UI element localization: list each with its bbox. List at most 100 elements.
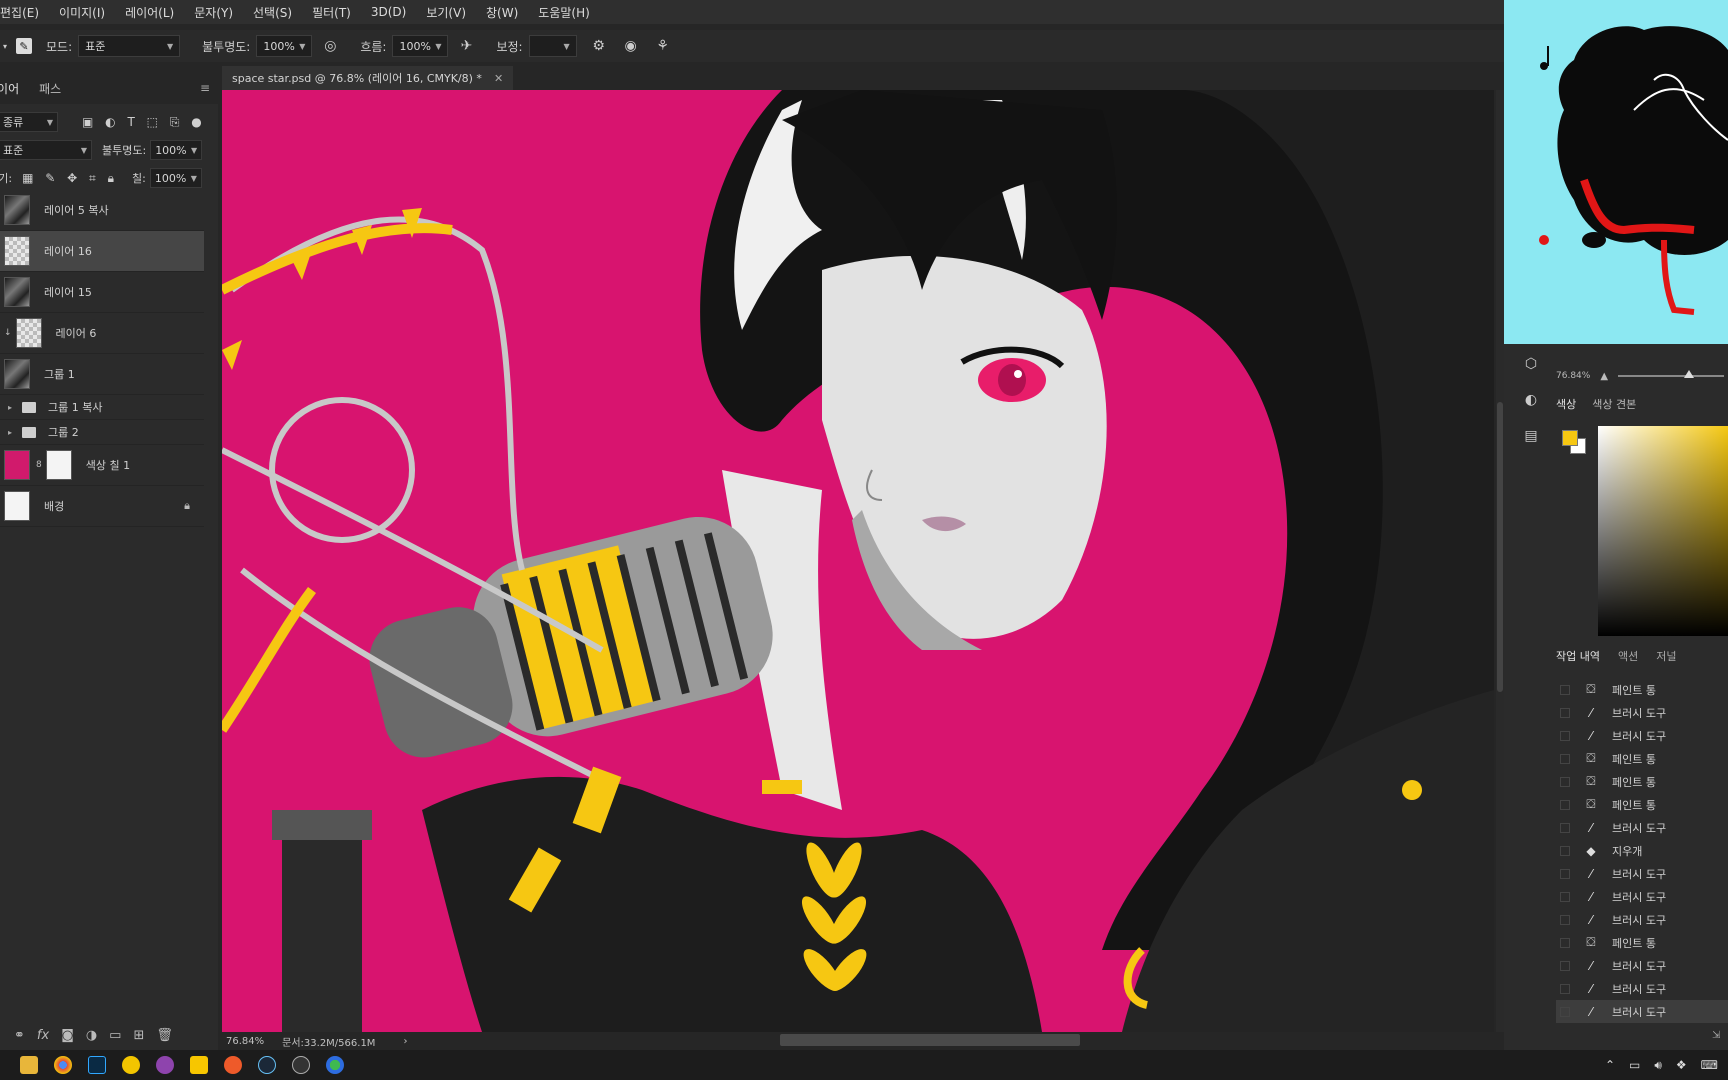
menu-item-9[interactable]: 도움말(H) [538,4,590,21]
close-icon[interactable]: ✕ [494,72,503,85]
tab-layers[interactable]: 레이어 [0,80,19,97]
mask-link-icon[interactable]: 8 [36,460,42,470]
app-purple-icon[interactable] [156,1056,174,1074]
document-tab[interactable]: space star.psd @ 76.8% (레이어 16, CMYK/8) … [222,66,514,90]
layer-row[interactable]: ▸ 그룹 2 [0,420,204,445]
tab-swatches[interactable]: 색상 견본 [1592,396,1636,416]
scroll-thumb[interactable] [1497,402,1503,692]
layer-row[interactable]: 레이어 15 [0,272,204,313]
opacity-dropdown[interactable]: 100% ▼ [256,35,313,57]
history-snapshot-checkbox[interactable] [1560,799,1570,810]
app-globe-icon[interactable] [326,1056,344,1074]
menu-item-6[interactable]: 3D(D) [371,5,406,19]
mode-dropdown[interactable]: 표준 ▼ [78,35,181,57]
obs-icon[interactable] [292,1056,310,1074]
blend-mode-dropdown[interactable]: 표준 ▼ [0,140,92,160]
panel-resize-icon[interactable]: ⇲ [1712,1030,1720,1041]
properties-panel-icon[interactable]: ▤ [1520,428,1542,444]
canvas-vertical-scrollbar[interactable] [1496,90,1504,1032]
color-picker-field[interactable] [1598,426,1728,636]
new-adjustment-icon[interactable]: ◑ [86,1028,97,1043]
pressure-opacity-icon[interactable]: ◎ [320,36,340,56]
keyboard-icon[interactable]: ⌨ [1701,1058,1718,1073]
history-snapshot-checkbox[interactable] [1560,707,1570,718]
history-item[interactable]: ⛋ 페인트 통 [1556,678,1728,701]
history-item[interactable]: ⁄ 브러시 도구 [1556,862,1728,885]
history-item[interactable]: ⁄ 브러시 도구 [1556,701,1728,724]
history-item[interactable]: ⁄ 브러시 도구 [1556,724,1728,747]
fx-icon[interactable]: fx [37,1028,49,1043]
history-item[interactable]: ⛋ 페인트 통 [1556,793,1728,816]
filter-kind-dropdown[interactable]: 종류 ▼ [0,112,58,132]
navigator-zoom-slider[interactable] [1618,370,1725,378]
history-item[interactable]: ⁄ 브러시 도구 [1556,1000,1728,1023]
lock-artboard-icon[interactable]: ⌗ [89,171,96,185]
tab-paths[interactable]: 패스 [39,80,61,97]
tab-journal[interactable]: 저널 [1656,648,1676,668]
adjustment-filter-icon[interactable]: ◐ [105,115,115,129]
zoom-readout[interactable]: 76.84% [226,1036,264,1047]
history-item[interactable]: ⁄ 브러시 도구 [1556,908,1728,931]
layer-row[interactable]: 8 색상 칠 1 [0,445,204,486]
history-item[interactable]: ⛋ 페인트 통 [1556,931,1728,954]
type-filter-icon[interactable]: T [127,115,134,129]
fill-dropdown[interactable]: 100% ▼ [149,168,202,188]
tab-actions[interactable]: 액션 [1618,648,1638,668]
link-layers-icon[interactable]: ⚭ [14,1028,25,1043]
history-snapshot-checkbox[interactable] [1560,1006,1570,1017]
photoshop-icon[interactable] [88,1056,106,1074]
chrome-icon[interactable] [54,1056,72,1074]
image-filter-icon[interactable]: ▣ [82,115,93,129]
display-icon[interactable]: ▭ [1629,1058,1640,1073]
add-mask-icon[interactable]: ◙ [61,1028,74,1043]
menu-item-5[interactable]: 필터(T) [312,4,351,21]
lock-transparent-icon[interactable]: ▦ [22,171,33,185]
trash-icon[interactable]: 🗑︎ [156,1028,173,1043]
history-item[interactable]: ⁄ 브러시 도구 [1556,977,1728,1000]
history-snapshot-checkbox[interactable] [1560,914,1570,925]
layer-row[interactable]: 레이어 16 [0,231,204,272]
smart-object-filter-icon[interactable]: ⎘ [170,115,180,129]
canvas-horizontal-scroll-thumb[interactable] [780,1034,1080,1046]
menu-item-0[interactable]: 편집(E) [0,4,39,21]
history-snapshot-checkbox[interactable] [1560,684,1570,695]
history-snapshot-checkbox[interactable] [1560,845,1570,856]
history-item[interactable]: ⁄ 브러시 도구 [1556,954,1728,977]
history-snapshot-checkbox[interactable] [1560,822,1570,833]
shape-filter-icon[interactable]: ⬚ [147,115,158,129]
tab-history[interactable]: 작업 내역 [1556,648,1600,668]
history-item[interactable]: ⛋ 페인트 통 [1556,770,1728,793]
status-chevron-icon[interactable]: › [403,1036,407,1047]
document-size-readout[interactable]: 문서:33.2M/566.1M [282,1034,375,1049]
app-yellow-icon[interactable] [122,1056,140,1074]
lock-pixels-icon[interactable]: ✎ [45,171,55,185]
layer-opacity-dropdown[interactable]: 100% ▼ [150,140,203,160]
filter-toggle-icon[interactable]: ● [191,115,201,129]
history-item[interactable]: ◆ 지우개 [1556,839,1728,862]
history-snapshot-checkbox[interactable] [1560,891,1570,902]
tray-chevron-icon[interactable]: ⌃ [1605,1058,1615,1073]
new-layer-icon[interactable]: ⊞ [133,1028,144,1043]
history-snapshot-checkbox[interactable] [1560,960,1570,971]
tool-preset-chevron-icon[interactable]: ▾ [0,36,10,56]
new-group-icon[interactable]: ▭ [109,1028,121,1043]
zoom-slider-knob[interactable] [1683,370,1694,378]
history-snapshot-checkbox[interactable] [1560,776,1570,787]
chat-app-icon[interactable] [190,1056,208,1074]
zoom-out-icon[interactable]: ▲ [1600,371,1608,382]
menu-item-2[interactable]: 레이어(L) [125,4,174,21]
layer-row[interactable]: 그룹 1 [0,354,204,395]
brush-preset-icon[interactable]: ✎ [16,38,32,54]
history-item[interactable]: ⛋ 페인트 통 [1556,747,1728,770]
menu-item-4[interactable]: 선택(S) [253,4,292,21]
menu-item-3[interactable]: 문자(Y) [194,4,233,21]
adjustments-panel-icon[interactable]: ◐ [1520,392,1542,408]
lock-all-icon[interactable]: 🔒︎ [108,171,114,185]
layer-row[interactable]: 배경 🔒︎ [0,486,204,527]
layer-mask-thumbnail[interactable] [45,450,72,480]
symmetry-icon[interactable]: ⚘ [653,36,673,56]
airbrush-icon[interactable]: ✈ [456,36,476,56]
history-snapshot-checkbox[interactable] [1560,937,1570,948]
history-snapshot-checkbox[interactable] [1560,753,1570,764]
expand-group-icon[interactable]: ▸ [8,428,12,437]
